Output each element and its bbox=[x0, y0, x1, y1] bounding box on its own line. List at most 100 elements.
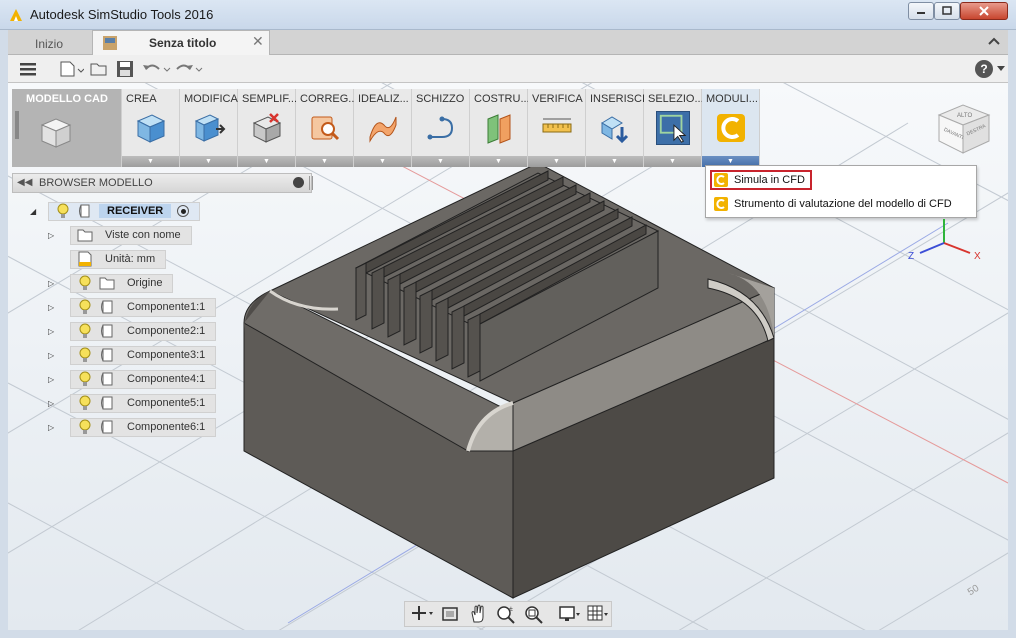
tree-item[interactable]: Unità: mm bbox=[48, 249, 167, 269]
ribbon-group-schizzo[interactable]: SCHIZZO ▼ bbox=[412, 89, 470, 167]
ribbon-dropdown-arrow[interactable]: ▼ bbox=[412, 156, 469, 167]
ribbon-dropdown-arrow[interactable]: ▼ bbox=[354, 156, 411, 167]
chevron-up-icon[interactable] bbox=[986, 34, 1002, 50]
chevron-down-icon[interactable] bbox=[997, 66, 1005, 72]
ribbon-group-inserisci[interactable]: INSERISCI ▼ bbox=[586, 89, 644, 167]
grid-settings-icon[interactable] bbox=[587, 604, 609, 624]
active-radio-icon[interactable] bbox=[177, 205, 190, 217]
tab-document[interactable]: Senza titolo ✕ bbox=[92, 30, 270, 55]
sketch-icon[interactable] bbox=[424, 111, 458, 145]
tree-item-label: Componente4:1 bbox=[127, 373, 206, 385]
cfd-icon[interactable] bbox=[714, 111, 748, 145]
pan-orbit-icon[interactable] bbox=[411, 604, 433, 624]
measure-icon[interactable] bbox=[540, 111, 574, 145]
look-at-icon[interactable] bbox=[439, 604, 461, 624]
box-icon[interactable] bbox=[134, 111, 168, 145]
ribbon-group-selezione[interactable]: SELEZIO... ▼ bbox=[644, 89, 702, 167]
tab-home[interactable]: Inizio bbox=[8, 32, 90, 55]
open-folder-icon[interactable] bbox=[90, 60, 108, 78]
expand-arrow-icon[interactable]: ▷ bbox=[48, 375, 56, 384]
ribbon-group-correggi[interactable]: CORREG... ▼ bbox=[296, 89, 354, 167]
ribbon-dropdown-arrow[interactable]: ▼ bbox=[122, 156, 179, 167]
ribbon-group-idealizza[interactable]: IDEALIZ... ▼ bbox=[354, 89, 412, 167]
lightbulb-icon[interactable] bbox=[77, 347, 93, 363]
menu-icon[interactable] bbox=[20, 60, 36, 78]
undo-icon[interactable] bbox=[142, 60, 172, 78]
lightbulb-icon[interactable] bbox=[77, 395, 93, 411]
tab-close-icon[interactable]: ✕ bbox=[252, 33, 264, 50]
tree-item[interactable]: ▷ Componente1:1 bbox=[48, 297, 217, 317]
workspace-switcher[interactable]: MODELLO CAD bbox=[12, 89, 122, 167]
tree-item[interactable]: ▷ Componente2:1 bbox=[48, 321, 217, 341]
lightbulb-icon[interactable] bbox=[77, 371, 93, 387]
new-file-icon[interactable] bbox=[60, 60, 84, 78]
simplify-icon[interactable] bbox=[250, 111, 284, 145]
ribbon-dropdown-arrow[interactable]: ▼ bbox=[528, 156, 585, 167]
select-icon[interactable] bbox=[656, 111, 690, 145]
ribbon-group-moduli[interactable]: MODULI... ▼ bbox=[702, 89, 760, 167]
repair-icon[interactable] bbox=[308, 111, 342, 145]
ribbon-dropdown-arrow[interactable]: ▼ bbox=[644, 156, 701, 167]
navigation-bar: ± bbox=[404, 601, 612, 627]
tree-item[interactable]: ▷ Componente5:1 bbox=[48, 393, 217, 413]
construct-icon[interactable] bbox=[482, 111, 516, 145]
ribbon-dropdown-arrow[interactable]: ▼ bbox=[180, 156, 237, 167]
document-icon bbox=[77, 251, 93, 267]
save-icon[interactable] bbox=[116, 60, 134, 78]
collapse-browser-icon[interactable]: ◀◀ bbox=[17, 177, 32, 188]
ribbon-group-semplifica[interactable]: SEMPLIF... ▼ bbox=[238, 89, 296, 167]
expand-arrow-icon[interactable]: ▷ bbox=[48, 351, 56, 360]
lightbulb-icon[interactable] bbox=[77, 275, 93, 291]
modify-icon[interactable] bbox=[192, 111, 226, 145]
menu-item-simula-cfd[interactable]: Simula in CFD bbox=[710, 170, 812, 190]
viewcube-top-label: ALTO bbox=[957, 113, 972, 119]
tree-item[interactable]: ▷ Componente3:1 bbox=[48, 345, 217, 365]
redo-icon[interactable] bbox=[174, 60, 204, 78]
lightbulb-icon[interactable] bbox=[77, 323, 93, 339]
ribbon-grip-handle[interactable] bbox=[15, 111, 19, 139]
cfd-icon bbox=[714, 173, 728, 187]
expand-arrow-icon[interactable]: ▷ bbox=[48, 279, 56, 288]
window-frame-left bbox=[0, 30, 8, 630]
zoom-icon[interactable]: ± bbox=[495, 604, 517, 624]
zoom-window-icon[interactable] bbox=[523, 604, 545, 624]
workspace-label: MODELLO CAD bbox=[26, 93, 108, 105]
help-button[interactable]: ? bbox=[975, 60, 993, 78]
ribbon-group-modifica[interactable]: MODIFICA ▼ bbox=[180, 89, 238, 167]
expand-arrow-icon[interactable]: ▷ bbox=[48, 399, 56, 408]
tree-root-receiver[interactable]: ◢ RECEIVER bbox=[30, 201, 201, 221]
browser-minimize-icon[interactable] bbox=[293, 177, 304, 188]
expand-arrow-icon[interactable]: ▷ bbox=[48, 423, 56, 432]
ribbon-group-verifica[interactable]: VERIFICA ▼ bbox=[528, 89, 586, 167]
insert-icon[interactable] bbox=[598, 111, 632, 145]
collapse-arrow-icon[interactable]: ◢ bbox=[30, 207, 38, 216]
tree-item[interactable]: ▷ Origine bbox=[48, 273, 174, 293]
tree-item[interactable]: ▷ Componente6:1 bbox=[48, 417, 217, 437]
idealize-icon[interactable] bbox=[366, 111, 400, 145]
lightbulb-icon[interactable] bbox=[77, 299, 93, 315]
lightbulb-icon[interactable] bbox=[55, 203, 71, 219]
ribbon-group-label: SEMPLIF... bbox=[242, 93, 296, 105]
tree-item[interactable]: ▷ Viste con nome bbox=[48, 225, 192, 245]
ribbon-dropdown-arrow[interactable]: ▼ bbox=[296, 156, 353, 167]
tree-item[interactable]: ▷ Componente4:1 bbox=[48, 369, 217, 389]
ribbon-dropdown-arrow[interactable]: ▼ bbox=[586, 156, 643, 167]
ribbon-group-costruisci[interactable]: COSTRU... ▼ bbox=[470, 89, 528, 167]
hand-icon[interactable] bbox=[467, 604, 489, 624]
close-window-button[interactable] bbox=[960, 2, 1008, 20]
menu-item-valutazione-cfd[interactable]: Strumento di valutazione del modello di … bbox=[710, 194, 952, 214]
ribbon-dropdown-arrow[interactable]: ▼ bbox=[470, 156, 527, 167]
expand-arrow-icon[interactable]: ▷ bbox=[48, 231, 56, 240]
lightbulb-icon[interactable] bbox=[77, 419, 93, 435]
display-settings-icon[interactable] bbox=[559, 604, 581, 624]
ribbon-group-crea[interactable]: CREA ▼ bbox=[122, 89, 180, 167]
ribbon-group-label: CORREG... bbox=[300, 93, 354, 105]
expand-arrow-icon[interactable]: ▷ bbox=[48, 327, 56, 336]
browser-grip-handle[interactable] bbox=[309, 176, 313, 190]
viewcube-widget[interactable]: ALTO DAVANTI DESTRA bbox=[933, 97, 995, 159]
expand-arrow-icon[interactable]: ▷ bbox=[48, 303, 56, 312]
ribbon-dropdown-arrow[interactable]: ▼ bbox=[238, 156, 295, 167]
canvas-viewport[interactable]: MODELLO CAD CREA ▼ MODIFICA ▼ SEMPLIF... ▼ COR… bbox=[8, 83, 1008, 630]
maximize-button[interactable] bbox=[934, 2, 960, 20]
minimize-button[interactable] bbox=[908, 2, 934, 20]
